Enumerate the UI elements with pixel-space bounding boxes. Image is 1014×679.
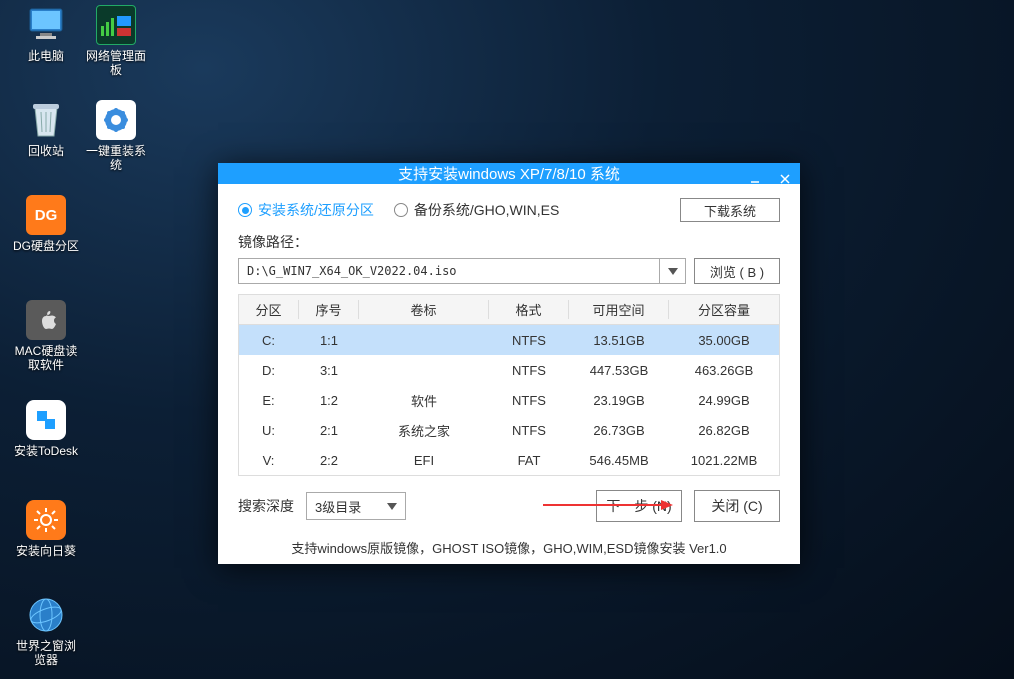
titlebar[interactable]: 支持安装windows XP/7/8/10 系统: [218, 163, 800, 184]
installer-window: 支持安装windows XP/7/8/10 系统 安装系统/还原分区 备份系统/…: [218, 163, 800, 564]
image-path-combo[interactable]: D:\G_WIN7_X64_OK_V2022.04.iso: [238, 258, 686, 284]
radio-install-restore[interactable]: 安装系统/还原分区: [238, 200, 374, 220]
image-path-value: D:\G_WIN7_X64_OK_V2022.04.iso: [239, 264, 659, 278]
download-system-button[interactable]: 下载系统: [680, 198, 780, 222]
radio-backup[interactable]: 备份系统/GHO,WIN,ES: [394, 200, 559, 220]
desktop-icon-mac-disk[interactable]: MAC硬盘读取软件: [12, 300, 80, 372]
search-depth-select[interactable]: 3级目录: [306, 492, 406, 520]
desktop-icon-label: DG硬盘分区: [12, 239, 80, 253]
arrow-annotation: [543, 498, 673, 512]
radio-dot-icon: [394, 203, 408, 217]
table-header: 分区 序号 卷标 格式 可用空间 分区容量: [239, 295, 779, 325]
window-title: 支持安装windows XP/7/8/10 系统: [398, 163, 620, 184]
close-button[interactable]: 关闭 (C): [694, 490, 780, 522]
close-icon[interactable]: [770, 163, 800, 195]
desktop-icon-label: 世界之窗浏览器: [12, 639, 80, 667]
desktop-icon-label: 一键重装系统: [82, 144, 150, 172]
radio-dot-icon: [238, 203, 252, 217]
table-row[interactable]: C:1:1NTFS13.51GB35.00GB: [239, 325, 779, 355]
search-depth-label: 搜索深度: [238, 496, 294, 516]
desktop-icon-recycle-bin[interactable]: 回收站: [12, 100, 80, 158]
footer-text: 支持windows原版镜像，GHOST ISO镜像，GHO,WIM,ESD镜像安…: [218, 530, 800, 567]
svg-text:DG: DG: [35, 207, 58, 224]
partition-table: 分区 序号 卷标 格式 可用空间 分区容量 C:1:1NTFS13.51GB35…: [238, 294, 780, 476]
desktop-icon-label: 安装向日葵: [12, 544, 80, 558]
desktop-icon-network-panel[interactable]: 网络管理面板: [82, 5, 150, 77]
desktop-icon-reinstall[interactable]: 一键重装系统: [82, 100, 150, 172]
desktop-icon-label: 安装ToDesk: [12, 444, 80, 458]
desktop-icon-this-pc[interactable]: 此电脑: [12, 5, 80, 63]
desktop-icon-label: 回收站: [12, 144, 80, 158]
desktop-icon-label: MAC硬盘读取软件: [12, 344, 80, 372]
table-row[interactable]: E:1:2软件NTFS23.19GB24.99GB: [239, 385, 779, 415]
radio-label: 备份系统/GHO,WIN,ES: [414, 200, 559, 220]
dropdown-icon[interactable]: [659, 259, 685, 283]
radio-label: 安装系统/还原分区: [258, 200, 374, 220]
desktop-icon-dg[interactable]: DG DG硬盘分区: [12, 195, 80, 253]
table-row[interactable]: U:2:1系统之家NTFS26.73GB26.82GB: [239, 415, 779, 445]
desktop-icon-sunflower[interactable]: 安装向日葵: [12, 500, 80, 558]
table-row[interactable]: V:2:2EFIFAT546.45MB1021.22MB: [239, 445, 779, 475]
table-row[interactable]: D:3:1NTFS447.53GB463.26GB: [239, 355, 779, 385]
desktop-icon-label: 此电脑: [12, 49, 80, 63]
image-path-label: 镜像路径：: [238, 232, 780, 252]
desktop-icon-label: 网络管理面板: [82, 49, 150, 77]
desktop-icon-browser[interactable]: 世界之窗浏览器: [12, 595, 80, 667]
chevron-down-icon: [387, 503, 397, 510]
desktop-icon-todesk[interactable]: 安装ToDesk: [12, 400, 80, 458]
browse-button[interactable]: 浏览 ( B ): [694, 258, 780, 284]
minimize-button[interactable]: [740, 163, 770, 195]
